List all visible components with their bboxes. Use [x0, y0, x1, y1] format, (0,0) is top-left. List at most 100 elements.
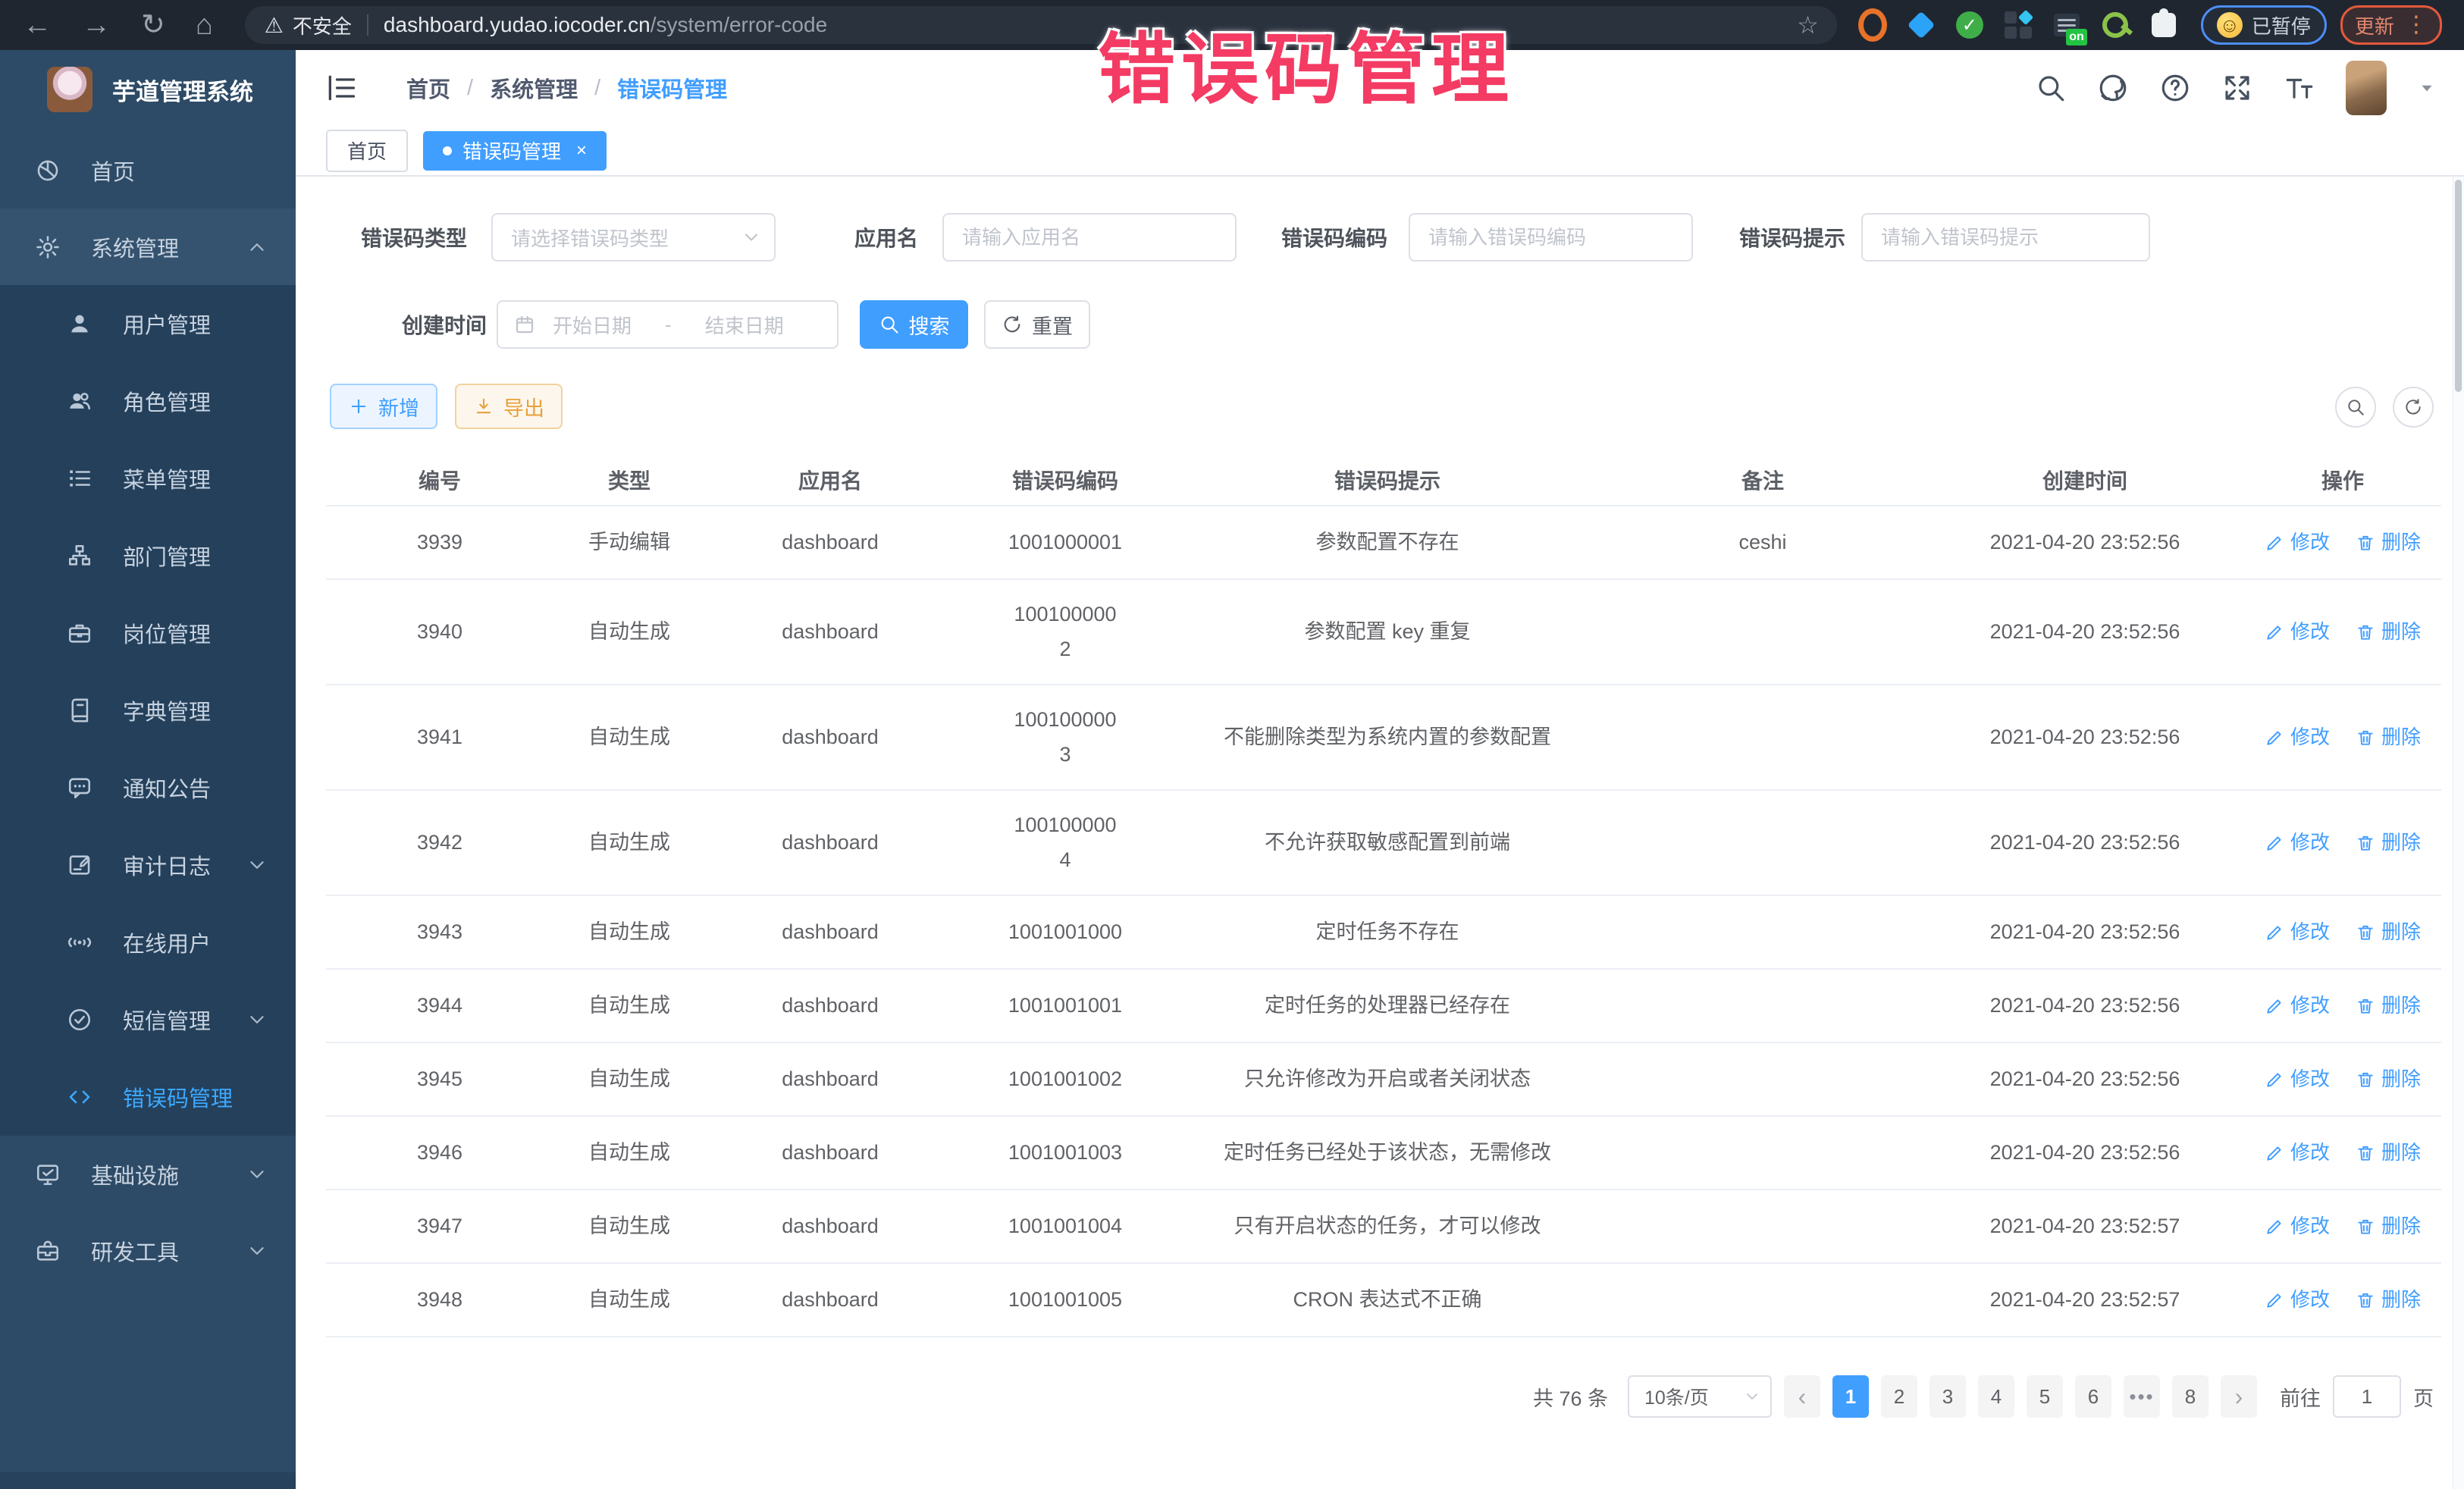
- error-hint-input[interactable]: [1863, 226, 2149, 249]
- delete-button[interactable]: 删除: [2356, 615, 2421, 648]
- page-button-3[interactable]: 3: [1930, 1375, 1966, 1418]
- app-name-input[interactable]: [944, 226, 1235, 249]
- user-avatar[interactable]: [2346, 61, 2387, 115]
- delete-button[interactable]: 删除: [2356, 525, 2421, 559]
- cell-code: 1001001000: [955, 915, 1175, 950]
- page-button-1[interactable]: 1: [1832, 1375, 1869, 1418]
- edit-button[interactable]: 修改: [2265, 615, 2330, 648]
- toggle-search-button[interactable]: [2335, 387, 2376, 428]
- goto-page-input[interactable]: [2333, 1375, 2401, 1418]
- sidebar-item-通知公告[interactable]: 通知公告: [0, 749, 296, 826]
- help-icon[interactable]: [2159, 72, 2191, 104]
- delete-button[interactable]: 删除: [2356, 1283, 2421, 1316]
- delete-button[interactable]: 删除: [2356, 989, 2421, 1022]
- sidebar-item-字典管理[interactable]: 字典管理: [0, 672, 296, 749]
- export-button[interactable]: 导出: [455, 384, 563, 429]
- github-icon[interactable]: [2097, 72, 2129, 104]
- page-button-2[interactable]: 2: [1881, 1375, 1917, 1418]
- sidebar-item-首页[interactable]: 首页: [0, 132, 296, 208]
- tab-close-icon[interactable]: ×: [576, 140, 587, 161]
- tab-首页[interactable]: 首页: [326, 130, 408, 172]
- sidebar-item-角色管理[interactable]: 角色管理: [0, 362, 296, 440]
- sidebar-item-用户管理[interactable]: 用户管理: [0, 285, 296, 362]
- browser-home-icon[interactable]: ⌂: [196, 11, 213, 39]
- browser-forward-icon[interactable]: →: [82, 11, 111, 39]
- search-icon[interactable]: [2035, 72, 2067, 104]
- page-size-select[interactable]: 10条/页: [1628, 1375, 1772, 1418]
- delete-button[interactable]: 删除: [2356, 915, 2421, 948]
- fullscreen-icon[interactable]: [2221, 72, 2253, 104]
- more-pages-button[interactable]: •••: [2124, 1375, 2160, 1418]
- goto-label: 前往: [2280, 1382, 2321, 1412]
- next-page-button[interactable]: ›: [2221, 1375, 2257, 1418]
- browser-update-button[interactable]: 更新 ⋮: [2340, 5, 2442, 45]
- page-button-4[interactable]: 4: [1978, 1375, 2014, 1418]
- breadcrumb-错误码管理[interactable]: 错误码管理: [617, 72, 727, 104]
- avatar-caret-down-icon[interactable]: [2417, 78, 2437, 98]
- prev-page-button[interactable]: ‹: [1784, 1375, 1820, 1418]
- tab-错误码管理[interactable]: 错误码管理×: [423, 131, 607, 171]
- edit-button[interactable]: 修改: [2265, 1136, 2330, 1169]
- sidebar-item-岗位管理[interactable]: 岗位管理: [0, 594, 296, 672]
- cell-id: 3939: [326, 525, 553, 560]
- sidebar-item-部门管理[interactable]: 部门管理: [0, 517, 296, 594]
- orange-ring-extension-icon[interactable]: [1858, 11, 1887, 39]
- delete-button[interactable]: 删除: [2356, 1209, 2421, 1243]
- sidebar-collapse-bar[interactable]: [0, 1472, 296, 1489]
- date-range-picker[interactable]: 开始日期 - 结束日期: [497, 300, 839, 349]
- edit-button[interactable]: 修改: [2265, 1283, 2330, 1316]
- browser-menu-icon[interactable]: ⋮: [2405, 14, 2428, 36]
- page-button-6[interactable]: 6: [2075, 1375, 2111, 1418]
- table-row: 3944自动生成dashboard1001001001定时任务的处理器已经存在2…: [326, 970, 2441, 1043]
- scrollbar-thumb[interactable]: [2455, 180, 2462, 392]
- cell-time: 2021-04-20 23:52:56: [1926, 826, 2244, 860]
- browser-url-bar[interactable]: ⚠ 不安全 dashboard.yudao.iocoder.cn /system…: [245, 6, 1837, 44]
- edit-button[interactable]: 修改: [2265, 826, 2330, 859]
- app-name-label-box: 应用名: [826, 213, 918, 262]
- delete-button[interactable]: 删除: [2356, 720, 2421, 754]
- sidebar-item-菜单管理[interactable]: 菜单管理: [0, 440, 296, 517]
- sidebar-item-短信管理[interactable]: 短信管理: [0, 981, 296, 1058]
- puzzle-extension-icon[interactable]: [2149, 11, 2178, 39]
- add-button[interactable]: 新增: [330, 384, 437, 429]
- green-check-extension-icon[interactable]: ✓: [1955, 11, 1984, 39]
- edit-button[interactable]: 修改: [2265, 720, 2330, 754]
- browser-back-icon[interactable]: ←: [23, 11, 52, 39]
- page-button-5[interactable]: 5: [2027, 1375, 2063, 1418]
- list-extension-icon[interactable]: on: [2052, 11, 2081, 39]
- delete-button[interactable]: 删除: [2356, 826, 2421, 859]
- browser-reload-icon[interactable]: ↻: [141, 11, 165, 39]
- edit-button[interactable]: 修改: [2265, 1209, 2330, 1243]
- breadcrumb-系统管理[interactable]: 系统管理: [490, 72, 578, 104]
- grid-squares-extension-icon[interactable]: [2004, 11, 2033, 39]
- scrollbar[interactable]: [2453, 177, 2464, 1489]
- paused-extension-pill[interactable]: ☺ 已暂停: [2201, 5, 2327, 45]
- edit-button[interactable]: 修改: [2265, 915, 2330, 948]
- delete-button[interactable]: 删除: [2356, 1062, 2421, 1096]
- collapse-menu-icon[interactable]: [324, 71, 358, 105]
- error-type-select[interactable]: 请选择错误码类型: [491, 213, 776, 262]
- edit-button[interactable]: 修改: [2265, 989, 2330, 1022]
- sidebar-item-研发工具[interactable]: 研发工具: [0, 1212, 296, 1289]
- green-key-extension-icon[interactable]: [2101, 11, 2130, 39]
- sidebar-item-系统管理[interactable]: 系统管理: [0, 208, 296, 285]
- error-code-input[interactable]: [1410, 226, 1691, 249]
- cell-actions: 修改删除: [2244, 989, 2441, 1022]
- edit-button[interactable]: 修改: [2265, 525, 2330, 559]
- edit-button[interactable]: 修改: [2265, 1062, 2330, 1096]
- sidebar-item-在线用户[interactable]: 在线用户: [0, 904, 296, 981]
- sidebar-item-错误码管理[interactable]: 错误码管理: [0, 1058, 296, 1136]
- blue-gem-extension-icon[interactable]: [1907, 11, 1936, 39]
- sidebar-item-审计日志[interactable]: 审计日志: [0, 826, 296, 904]
- reset-button[interactable]: 重置: [984, 300, 1090, 349]
- bookmark-star-icon[interactable]: ☆: [1797, 11, 1819, 39]
- delete-button[interactable]: 删除: [2356, 1136, 2421, 1169]
- font-size-icon[interactable]: [2284, 72, 2315, 104]
- sidebar-item-基础设施[interactable]: 基础设施: [0, 1136, 296, 1212]
- page-button-8[interactable]: 8: [2172, 1375, 2209, 1418]
- edit-icon: [2265, 833, 2284, 853]
- refresh-table-button[interactable]: [2393, 387, 2434, 428]
- search-button[interactable]: 搜索: [860, 300, 968, 349]
- logo[interactable]: 芋道管理系统: [0, 50, 296, 129]
- breadcrumb-首页[interactable]: 首页: [406, 72, 450, 104]
